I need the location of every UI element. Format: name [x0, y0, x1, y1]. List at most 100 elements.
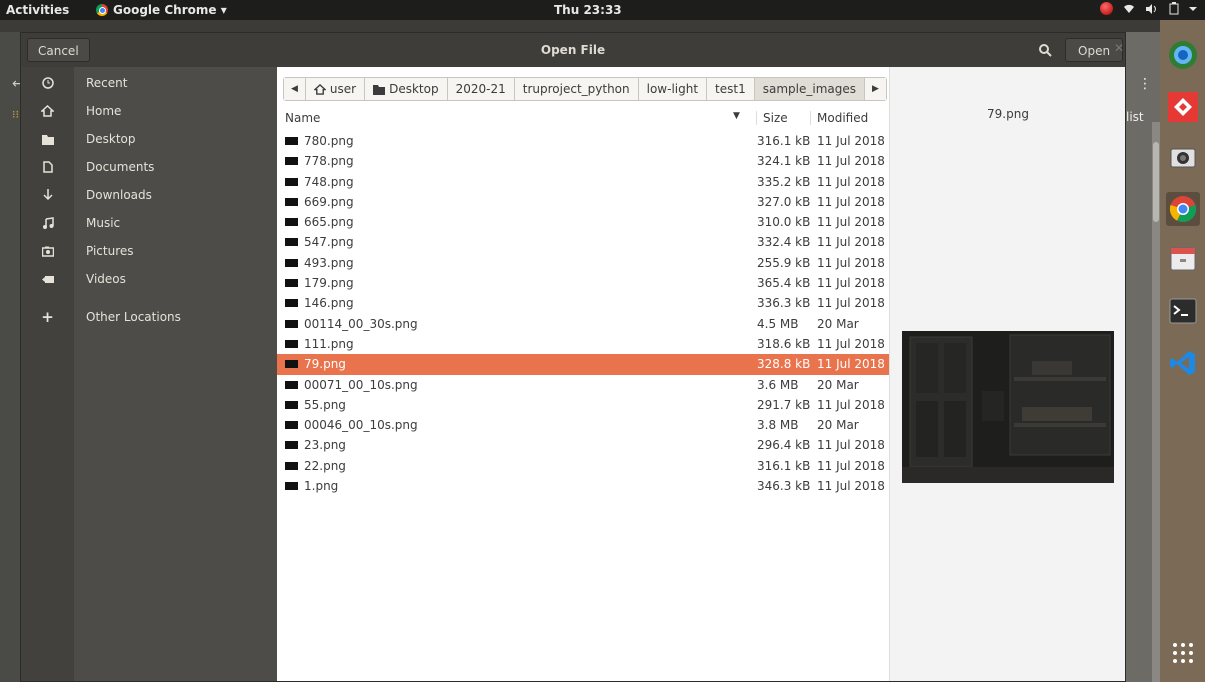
file-row[interactable]: 23.png 296.4 kB 11 Jul 2018: [277, 435, 889, 455]
browser-right-strip: ⋮ list: [1126, 32, 1160, 682]
file-name: 780.png: [304, 134, 354, 148]
clock[interactable]: Thu 23:33: [554, 3, 622, 17]
file-modified: 11 Jul 2018: [817, 458, 885, 473]
dock-terminal-icon[interactable]: [1166, 294, 1200, 328]
file-row[interactable]: 146.png 336.3 kB 11 Jul 2018: [277, 293, 889, 313]
file-size: 318.6 kB: [757, 336, 811, 351]
file-name: 669.png: [304, 194, 354, 209]
dock-camera-icon[interactable]: [1166, 140, 1200, 174]
file-size: 346.3 kB: [757, 479, 811, 494]
file-modified: 11 Jul 2018: [817, 438, 885, 453]
file-row[interactable]: 22.png 316.1 kB 11 Jul 2018: [277, 456, 889, 476]
file-row[interactable]: 547.png 332.4 kB 11 Jul 2018: [277, 232, 889, 252]
sidebar-item-desktop[interactable]: Desktop: [21, 125, 277, 153]
folder-icon: [41, 134, 54, 145]
file-size: 3.6 MB: [757, 377, 799, 392]
image-file-icon: [285, 258, 298, 267]
record-icon[interactable]: [1100, 2, 1113, 15]
image-file-icon: [285, 482, 298, 491]
image-file-icon: [285, 157, 298, 166]
file-row[interactable]: 780.png 316.1 kB 11 Jul 2018: [277, 131, 889, 151]
column-modified[interactable]: Modified: [810, 111, 868, 125]
image-file-icon: [285, 177, 298, 186]
image-file-icon: [285, 380, 298, 389]
sidebar-item-music[interactable]: Music: [21, 209, 277, 237]
sidebar-item-downloads[interactable]: Downloads: [21, 181, 277, 209]
file-row[interactable]: 665.png 310.0 kB 11 Jul 2018: [277, 212, 889, 232]
sidebar-item-home[interactable]: Home: [21, 97, 277, 125]
crumb-label: user: [329, 82, 357, 96]
system-tray[interactable]: [1100, 2, 1197, 15]
column-size[interactable]: Size: [756, 111, 788, 125]
crumb-desktop[interactable]: Desktop: [365, 78, 448, 100]
column-name[interactable]: Name: [285, 111, 320, 125]
file-size: 335.2 kB: [757, 174, 811, 189]
dock-vscode-icon[interactable]: [1166, 346, 1200, 380]
file-row[interactable]: 00114_00_30s.png 4.5 MB 20 Mar: [277, 314, 889, 334]
crumb-user[interactable]: user: [305, 78, 366, 100]
sidebar-item-label: Videos: [86, 272, 126, 286]
menu-dots-icon[interactable]: ⋮: [1138, 76, 1152, 92]
file-size: 316.1 kB: [757, 458, 811, 473]
file-row[interactable]: 1.png 346.3 kB 11 Jul 2018: [277, 476, 889, 496]
dock-archive-icon[interactable]: [1166, 242, 1200, 276]
dock-git-icon[interactable]: [1166, 90, 1200, 124]
file-name: 79.png: [304, 357, 346, 372]
file-browser: ◀ user Desktop 2020-21 truproject_python…: [277, 67, 889, 681]
crumb-truproject-python[interactable]: truproject_python: [514, 78, 639, 100]
sort-down-icon: ▼: [733, 111, 740, 121]
sidebar-item-documents[interactable]: Documents: [21, 153, 277, 181]
file-size: 365.4 kB: [757, 276, 811, 291]
file-name: 22.png: [304, 458, 346, 473]
dock: [1160, 20, 1205, 682]
file-row[interactable]: 778.png 324.1 kB 11 Jul 2018: [277, 151, 889, 171]
path-scroll-left-button[interactable]: ◀: [284, 78, 306, 100]
file-modified: 11 Jul 2018: [817, 134, 885, 148]
file-row-selected[interactable]: 79.png 328.8 kB 11 Jul 2018: [277, 354, 889, 375]
video-icon: [41, 275, 54, 283]
file-row[interactable]: 493.png 255.9 kB 11 Jul 2018: [277, 253, 889, 273]
file-size: 327.0 kB: [757, 194, 811, 209]
search-button[interactable]: [1029, 38, 1061, 62]
app-menu[interactable]: Google Chrome ▾: [96, 3, 227, 17]
close-icon[interactable]: ✕: [1114, 41, 1124, 55]
dock-chrome-icon[interactable]: [1166, 38, 1200, 72]
sidebar-item-label: Pictures: [86, 244, 134, 258]
app-menu-label: Google Chrome ▾: [113, 3, 227, 17]
image-file-icon: [285, 299, 298, 308]
sidebar-item-other-locations[interactable]: + Other Locations: [21, 303, 277, 331]
path-scroll-right-button[interactable]: ▶: [865, 78, 886, 100]
file-row[interactable]: 179.png 365.4 kB 11 Jul 2018: [277, 273, 889, 293]
crumb-test1[interactable]: test1: [707, 78, 755, 100]
file-name: 55.png: [304, 397, 346, 412]
file-modified: 20 Mar: [817, 316, 859, 331]
file-row[interactable]: 748.png 335.2 kB 11 Jul 2018: [277, 172, 889, 192]
activities-button[interactable]: Activities: [6, 3, 69, 17]
sidebar-item-recent[interactable]: Recent: [21, 69, 277, 97]
file-name: 778.png: [304, 154, 354, 169]
dialog-title: Open File: [540, 43, 606, 57]
file-row[interactable]: 55.png 291.7 kB 11 Jul 2018: [277, 395, 889, 415]
file-name: 146.png: [304, 296, 354, 311]
wifi-icon: [1124, 4, 1134, 13]
crumb-2020-21[interactable]: 2020-21: [447, 78, 515, 100]
file-name: 493.png: [304, 255, 354, 270]
file-modified: 11 Jul 2018: [817, 357, 885, 372]
image-file-icon: [285, 319, 298, 328]
sidebar-item-label: Music: [86, 216, 121, 230]
scrollbar[interactable]: [1152, 122, 1160, 682]
places-sidebar: Recent Home Desktop Documents Downloads …: [21, 67, 277, 681]
file-row[interactable]: 00046_00_10s.png 3.8 MB 20 Mar: [277, 415, 889, 435]
show-apps-icon[interactable]: [1166, 636, 1200, 670]
file-row[interactable]: 669.png 327.0 kB 11 Jul 2018: [277, 192, 889, 212]
file-row[interactable]: 00071_00_10s.png 3.6 MB 20 Mar: [277, 375, 889, 395]
file-modified: 20 Mar: [817, 377, 859, 392]
sidebar-item-pictures[interactable]: Pictures: [21, 237, 277, 265]
file-name: 00046_00_10s.png: [304, 418, 418, 433]
camera-icon: [41, 246, 54, 257]
dock-google-chrome-icon[interactable]: [1166, 192, 1200, 226]
sidebar-item-videos[interactable]: Videos: [21, 265, 277, 293]
file-row[interactable]: 111.png 318.6 kB 11 Jul 2018: [277, 334, 889, 354]
crumb-low-light[interactable]: low-light: [638, 78, 708, 100]
crumb-sample-images[interactable]: sample_images: [754, 78, 865, 100]
